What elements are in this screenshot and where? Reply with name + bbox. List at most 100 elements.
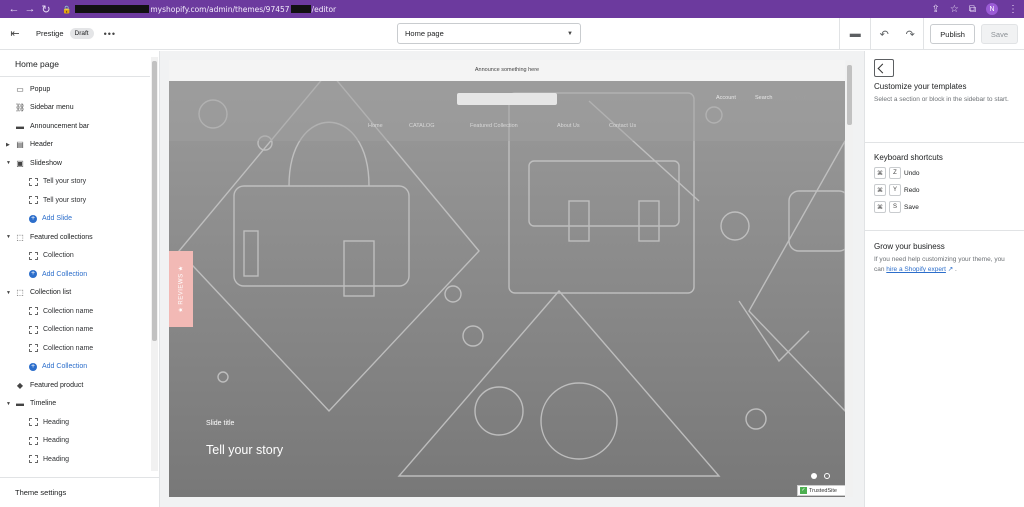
sidebar-item-label: Popup: [30, 85, 51, 93]
chevron-right-icon[interactable]: ▶: [6, 142, 10, 148]
nav-link-contact[interactable]: Contact Us: [609, 123, 636, 129]
sidebar-section[interactable]: ▼ ▣ Slideshow: [0, 154, 150, 173]
slide-dot-active[interactable]: [811, 473, 817, 479]
exit-icon[interactable]: ⇤: [0, 27, 30, 40]
sidebar-item-label: Featured product: [30, 381, 84, 389]
chevron-down-icon[interactable]: ▼: [6, 234, 11, 240]
sidebar-block[interactable]: Collection name: [0, 321, 150, 340]
address-bar[interactable]: 🔒 myshopify.com/admin/themes/97457 /edit…: [62, 5, 336, 14]
sidebar-block[interactable]: Collection name: [0, 339, 150, 358]
cart-link[interactable]: Cart (0): [790, 95, 809, 101]
star-icon[interactable]: ☆: [950, 4, 959, 15]
sidebar-item-label: Heading: [43, 437, 70, 445]
external-link-icon: ↗: [947, 266, 954, 273]
more-actions-icon[interactable]: •••: [104, 29, 116, 39]
nav-link-about[interactable]: About Us: [557, 123, 580, 129]
theme-settings-button[interactable]: Theme settings: [0, 477, 159, 507]
extensions-icon[interactable]: ⧉: [969, 4, 976, 15]
sidebar-add-button[interactable]: + Add Slide: [0, 210, 150, 229]
chevron-down-icon: ▼: [567, 30, 573, 37]
sidebar-item-label: Featured collections: [30, 233, 93, 241]
cursor-click-icon: [874, 59, 894, 77]
sidebar-block[interactable]: Heading: [0, 450, 150, 469]
shortcut-key: S: [889, 201, 901, 213]
back-icon[interactable]: ←: [6, 3, 22, 15]
sidebar-block[interactable]: Collection: [0, 247, 150, 266]
command-key-icon: ⌘: [874, 184, 886, 196]
trusted-badge[interactable]: ✓ TrustedSite: [797, 485, 845, 496]
nav-link-home[interactable]: Home: [368, 123, 383, 129]
preview-scrollbar[interactable]: [846, 61, 853, 497]
shortcut-key: Z: [889, 167, 901, 179]
scrollbar-thumb[interactable]: [152, 61, 157, 341]
redo-icon[interactable]: ↷: [897, 28, 923, 41]
sidebar-scrollbar[interactable]: [151, 57, 158, 471]
redacted-text: [75, 5, 150, 13]
shortcuts-title: Keyboard shortcuts: [874, 153, 943, 162]
chevron-down-icon[interactable]: ▼: [6, 160, 11, 166]
store-logo[interactable]: [457, 93, 557, 105]
block-icon: [29, 436, 38, 445]
desktop-preview-icon[interactable]: ▬: [840, 28, 870, 40]
shortcut-row: ⌘ Z Undo: [874, 167, 1015, 179]
reviews-tab[interactable]: ★ REVIEWS ★: [169, 251, 193, 327]
scrollbar-thumb[interactable]: [847, 65, 852, 125]
block-icon: [29, 196, 38, 205]
url-host: myshopify.com/admin/themes/97457: [150, 4, 290, 14]
sidebar-section[interactable]: ▭ Popup: [0, 80, 150, 99]
page-select[interactable]: Home page ▼: [397, 23, 581, 44]
announcement-bar[interactable]: Announce something here: [169, 60, 845, 81]
sidebar-block[interactable]: Tell your story: [0, 191, 150, 210]
command-key-icon: ⌘: [874, 167, 886, 179]
account-link[interactable]: Account: [716, 95, 736, 101]
grow-title: Grow your business: [874, 242, 945, 251]
shortcut-row: ⌘ S Save: [874, 201, 1015, 213]
sidebar-section[interactable]: ▶ ▤ Header: [0, 136, 150, 155]
preview-pane: Announce something here Account Search C…: [160, 51, 864, 507]
save-button[interactable]: Save: [980, 24, 1018, 44]
reload-icon[interactable]: ↻: [38, 3, 54, 16]
hire-expert-link[interactable]: hire a Shopify expert: [886, 266, 946, 273]
block-icon: [29, 344, 38, 353]
sidebar-block[interactable]: Collection name: [0, 302, 150, 321]
sidebar-item-label: Collection name: [43, 326, 94, 334]
search-link[interactable]: Search: [755, 95, 772, 101]
sidebar-add-button[interactable]: + Add Collection: [0, 358, 150, 377]
sidebar-add-button[interactable]: + Add Collection: [0, 265, 150, 284]
menu-icon[interactable]: ⋮: [1008, 4, 1018, 15]
page-select-value: Home page: [405, 29, 444, 38]
avatar[interactable]: N: [986, 3, 998, 15]
forward-icon[interactable]: →: [22, 3, 38, 15]
share-icon[interactable]: ⇪: [932, 4, 940, 15]
undo-icon[interactable]: ↶: [871, 28, 897, 41]
collection-icon: ⬚: [16, 232, 24, 242]
sidebar-section[interactable]: ▼ ⬚ Featured collections: [0, 228, 150, 247]
grow-text-suffix: .: [955, 266, 957, 273]
sidebar-section[interactable]: ▬ Announcement bar: [0, 117, 150, 136]
sidebar-block[interactable]: Heading: [0, 432, 150, 451]
shortcut-row: ⌘ Y Redo: [874, 184, 1015, 196]
sidebar-section[interactable]: ▼ ▬ Timeline: [0, 395, 150, 414]
theme-name: Prestige: [36, 29, 64, 38]
slide-dot[interactable]: [824, 473, 830, 479]
sidebar-block[interactable]: Tell your story: [0, 173, 150, 192]
grow-section: Grow your business If you need help cust…: [865, 231, 1024, 275]
sidebar-section[interactable]: ◆ Featured product: [0, 376, 150, 395]
nav-link-featured[interactable]: Featured Collection: [470, 123, 518, 129]
store-header[interactable]: Account Search Cart (0) Home CATALOG Fea…: [169, 81, 845, 141]
sidebar-block[interactable]: Heading: [0, 413, 150, 432]
shortcut-key: Y: [889, 184, 901, 196]
redacted-text: [290, 5, 311, 13]
sidebar-item-label: Announcement bar: [30, 122, 90, 130]
slide-subtitle: Slide title: [206, 420, 235, 427]
chevron-down-icon[interactable]: ▼: [6, 290, 11, 296]
chevron-down-icon[interactable]: ▼: [6, 401, 11, 407]
add-icon: +: [29, 270, 37, 279]
sidebar-item-label: Add Collection: [42, 363, 88, 371]
publish-button[interactable]: Publish: [930, 24, 975, 44]
storefront-preview[interactable]: Announce something here Account Search C…: [169, 60, 845, 497]
sidebar-section[interactable]: ⛓ Sidebar menu: [0, 99, 150, 118]
header-icon: ▤: [16, 140, 24, 150]
sidebar-section[interactable]: ▼ ⬚ Collection list: [0, 284, 150, 303]
nav-link-catalog[interactable]: CATALOG: [409, 123, 434, 129]
